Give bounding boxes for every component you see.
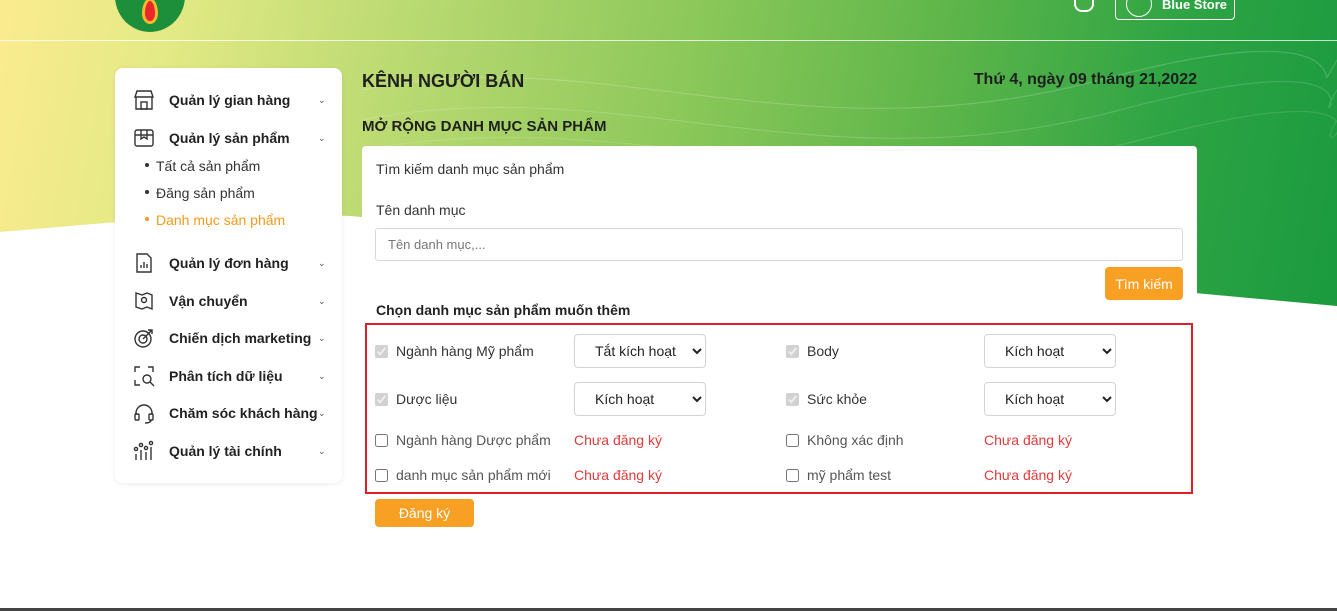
category-item[interactable]: Dược liệu (375, 391, 457, 407)
category-status-select[interactable]: Tắt kích hoạt (574, 334, 706, 368)
target-icon (133, 327, 155, 349)
box-icon (133, 127, 155, 149)
category-name: Không xác định (807, 432, 904, 448)
sidebar-subitem-label: Đăng sản phẩm (156, 185, 255, 201)
bell-icon[interactable] (1074, 0, 1094, 12)
category-item[interactable]: mỹ phẩm test (786, 467, 891, 483)
category-status-select[interactable]: Kích hoạt (574, 382, 706, 416)
sidebar-item-shipping[interactable]: Vận chuyển ⌄ (133, 288, 328, 314)
sidebar-item-label: Vận chuyển (169, 293, 248, 309)
chevron-down-icon: ⌄ (318, 332, 326, 343)
category-status-text: Chưa đăng ký (984, 432, 1072, 448)
category-name: Body (807, 343, 839, 359)
category-status-select[interactable]: Kích hoạt (984, 382, 1116, 416)
category-item[interactable]: Ngành hàng Mỹ phẩm (375, 343, 534, 359)
page-title: KÊNH NGƯỜI BÁN (362, 71, 525, 91)
sidebar-item-label: Quản lý sản phẩm (169, 130, 290, 146)
category-checkbox[interactable] (375, 433, 388, 447)
search-title: Tìm kiếm danh mục sản phẩm (376, 161, 565, 177)
chevron-down-icon: ⌄ (318, 132, 326, 143)
category-checkbox[interactable] (375, 344, 388, 358)
sidebar-item-order-management[interactable]: Quản lý đơn hàng ⌄ (133, 250, 328, 276)
section-title: MỞ RỘNG DANH MỤC SẢN PHẨM (362, 118, 607, 135)
category-name: Dược liệu (396, 391, 458, 407)
sidebar-item-store-management[interactable]: Quản lý gian hàng ⌄ (133, 87, 328, 113)
sidebar-item-customer-care[interactable]: Chăm sóc khách hàng ⌄ (133, 400, 328, 426)
category-panel: Tìm kiếm danh mục sản phẩm Tên danh mục … (362, 146, 1197, 536)
category-checkbox[interactable] (786, 392, 799, 406)
sidebar-item-label: Quản lý gian hàng (169, 92, 291, 108)
sidebar-item-analytics[interactable]: Phân tích dữ liệu ⌄ (133, 363, 328, 389)
sidebar-item-label: Chăm sóc khách hàng (169, 405, 318, 421)
category-item[interactable]: Ngành hàng Dược phẩm (375, 432, 551, 448)
sidebar-item-finance[interactable]: Quản lý tài chính ⌄ (133, 438, 328, 464)
category-checkbox[interactable] (786, 433, 799, 447)
category-checkbox[interactable] (375, 392, 388, 406)
store-icon (133, 89, 155, 111)
category-name: mỹ phẩm test (807, 467, 892, 483)
chevron-down-icon: ⌄ (318, 370, 326, 381)
category-name: danh mục sản phẩm mới (396, 467, 551, 483)
headset-icon (133, 402, 155, 424)
search-button[interactable]: Tìm kiếm (1105, 267, 1183, 300)
header-divider (0, 40, 1337, 41)
category-status-text: Chưa đăng ký (574, 432, 662, 448)
sidebar-subitem-label: Tất cả sản phẩm (156, 158, 261, 174)
chevron-down-icon: ⌄ (318, 94, 326, 105)
category-name: Sức khỏe (807, 391, 867, 407)
chevron-down-icon: ⌄ (318, 257, 326, 268)
chevron-down-icon: ⌄ (318, 295, 326, 306)
sidebar-subitem-label: Danh mục sản phẩm (156, 212, 286, 228)
category-name-label: Tên danh mục (376, 202, 466, 218)
category-name: Ngành hàng Dược phẩm (396, 432, 551, 448)
choose-categories-label: Chọn danh mục sản phẩm muốn thêm (376, 302, 631, 318)
finance-icon (133, 440, 155, 462)
sidebar-item-label: Chiến dịch marketing (169, 330, 312, 346)
category-item[interactable]: Body (786, 343, 839, 359)
store-logo-icon (1126, 0, 1152, 17)
category-status-text: Chưa đăng ký (574, 467, 662, 483)
category-item[interactable]: danh mục sản phẩm mới (375, 467, 551, 483)
chevron-down-icon: ⌄ (318, 407, 326, 418)
sidebar: Quản lý gian hàng ⌄ Quản lý sản phẩm ⌄ T… (115, 68, 342, 483)
sidebar-item-marketing[interactable]: Chiến dịch marketing ⌄ (133, 325, 328, 351)
category-item[interactable]: Sức khỏe (786, 391, 867, 407)
analytics-icon (133, 365, 155, 387)
page-date: Thứ 4, ngày 09 tháng 21,2022 (973, 71, 1197, 88)
chevron-down-icon: ⌄ (318, 445, 326, 456)
sidebar-subitem-all-products[interactable]: Tất cả sản phẩm (145, 158, 260, 174)
sidebar-item-label: Quản lý đơn hàng (169, 255, 289, 271)
sidebar-item-product-management[interactable]: Quản lý sản phẩm ⌄ (133, 125, 328, 151)
store-button[interactable]: Blue Store (1115, 0, 1235, 20)
category-item[interactable]: Không xác định (786, 432, 904, 448)
store-button-label: Blue Store (1162, 0, 1228, 12)
shipping-icon (133, 290, 155, 312)
register-button[interactable]: Đăng ký (375, 499, 474, 527)
order-icon (133, 252, 155, 274)
sidebar-item-label: Quản lý tài chính (169, 443, 282, 459)
category-checkbox[interactable] (375, 468, 388, 482)
category-checkbox[interactable] (786, 344, 799, 358)
category-name-input[interactable] (375, 228, 1183, 261)
category-name: Ngành hàng Mỹ phẩm (396, 343, 534, 359)
sidebar-subitem-product-categories[interactable]: Danh mục sản phẩm (145, 212, 285, 228)
sidebar-item-label: Phân tích dữ liệu (169, 368, 283, 384)
category-status-select[interactable]: Kích hoạt (984, 334, 1116, 368)
sidebar-subitem-post-product[interactable]: Đăng sản phẩm (145, 185, 255, 201)
category-checkbox[interactable] (786, 468, 799, 482)
category-status-text: Chưa đăng ký (984, 467, 1072, 483)
